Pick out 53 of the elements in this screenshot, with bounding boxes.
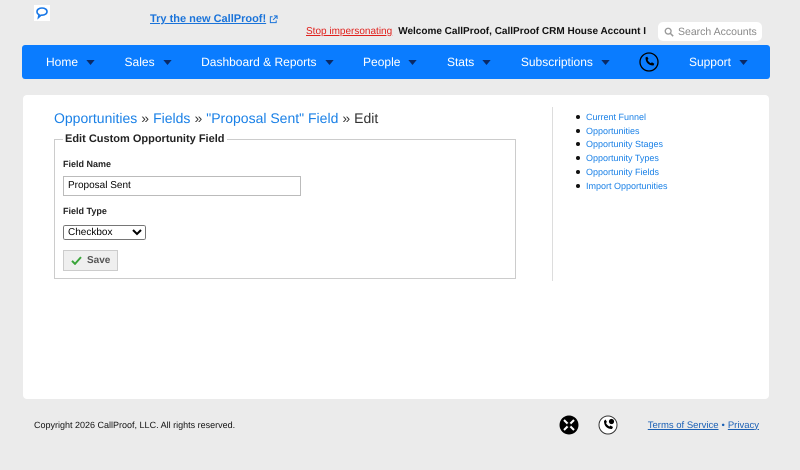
nav-menu-item[interactable]: Home (46, 55, 96, 69)
sidebar-link[interactable]: Opportunity Types (586, 153, 659, 164)
sidebar-link[interactable]: Opportunities (586, 126, 640, 136)
breadcrumb-link[interactable]: Opportunities (54, 110, 138, 126)
sidebar-link[interactable]: Import Opportunities (586, 180, 668, 191)
stop-impersonating-link[interactable]: Stop impersonating (306, 26, 392, 37)
caret-icon (324, 60, 334, 64)
caret-icon (482, 60, 492, 64)
field-label: Field Type (63, 206, 108, 216)
breadcrumb-current: Edit (354, 110, 378, 126)
nav-menu-item[interactable]: Dashboard & Reports (201, 55, 334, 69)
sidebar-link[interactable]: Opportunity Stages (586, 139, 664, 150)
caret-icon (738, 60, 748, 64)
checkmark-icon (71, 256, 82, 264)
footer-link[interactable]: Privacy (728, 420, 759, 430)
search-icon (664, 26, 674, 36)
search-field[interactable]: Search Accounts (658, 22, 762, 41)
nav-menu-item[interactable]: Support (688, 55, 748, 69)
field-name-input[interactable]: Proposal Sent (63, 176, 301, 196)
breadcrumb-link[interactable]: Fields (153, 110, 190, 126)
nav-menu-item[interactable]: People (363, 55, 418, 69)
nav-menu-item[interactable]: Subscriptions (520, 55, 610, 69)
caret-icon (600, 60, 610, 64)
field-type-select[interactable]: Checkbox (63, 224, 146, 240)
bullet-icon (576, 156, 580, 160)
external-link-icon (269, 14, 278, 24)
tools-icon[interactable] (558, 415, 579, 435)
separator-text: • (722, 420, 725, 430)
copyright-text: Copyright 2026 CallProof, LLC. All rights reserved. (34, 420, 236, 430)
bullet-icon (576, 170, 580, 174)
caret-icon (408, 60, 418, 64)
breadcrumb-separator: » (342, 110, 350, 126)
breadcrumb-link[interactable]: "Proposal Sent" Field (206, 110, 338, 126)
welcome-text: Welcome CallProof, CallProof CRM House Account I (398, 26, 646, 37)
phone-icon[interactable] (598, 415, 618, 435)
sidebar-link[interactable]: Opportunity Fields (586, 167, 660, 178)
caret-icon (162, 60, 172, 64)
breadcrumb-separator: » (141, 110, 150, 126)
breadcrumb-separator: » (194, 110, 202, 126)
bullet-icon (576, 128, 580, 133)
nav-menu-item[interactable]: Sales (124, 55, 172, 69)
bullet-icon (576, 114, 580, 119)
try-new-link[interactable]: Try the new CallProof! (150, 13, 266, 25)
bullet-icon (576, 142, 580, 146)
nav-menu-item[interactable]: Stats (446, 55, 492, 69)
field-label: Field Name (63, 159, 112, 169)
sidebar-link[interactable]: Current Funnel (586, 112, 646, 122)
chat-logo-icon[interactable] (34, 5, 50, 21)
bullet-icon (576, 184, 580, 188)
caret-icon (86, 60, 96, 64)
save-button[interactable]: Save (63, 250, 118, 270)
footer-link[interactable]: Terms of Service (648, 420, 719, 430)
form-legend: Edit Custom Opportunity Field (63, 133, 226, 145)
